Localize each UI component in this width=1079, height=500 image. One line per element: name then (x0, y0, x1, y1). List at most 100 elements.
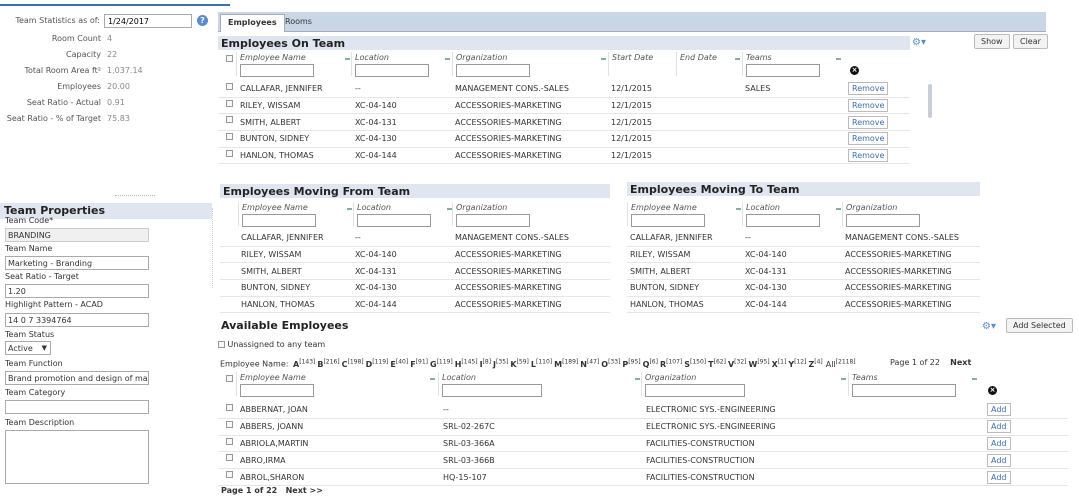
table-row[interactable]: SMITH, ALBERT XC-04-131 ACCESSORIES-MARKET… (627, 263, 980, 281)
clear-button[interactable]: Clear (1013, 34, 1048, 49)
table-row[interactable]: HANLON, THOMAS XC-04-144 ACCESSORIES-MARKE… (218, 148, 910, 165)
team-category-field[interactable] (5, 400, 149, 414)
column-header[interactable]: Employee Name (242, 203, 308, 212)
column-separator[interactable] (608, 52, 609, 76)
alpha-filter-b[interactable]: B[216] (317, 358, 339, 369)
alpha-filter-h[interactable]: H[145] (455, 358, 478, 369)
alpha-filter-g[interactable]: G[119] (430, 358, 453, 369)
remove-button[interactable]: Remove (848, 132, 889, 146)
column-separator[interactable] (452, 202, 453, 226)
alpha-filter-i[interactable]: I[8] (480, 358, 491, 369)
alpha-filter-y[interactable]: Y[12] (788, 358, 806, 369)
alpha-filter-w[interactable]: W[95] (748, 358, 769, 369)
alpha-filter-v[interactable]: V[32] (728, 358, 747, 369)
table-row[interactable]: ABRO,IRMA SRL-03-366B FACILITIES-CONSTRUCT… (218, 452, 1068, 470)
column-separator[interactable] (842, 202, 843, 226)
column-filter-input[interactable] (240, 384, 314, 397)
column-filter-input[interactable] (357, 214, 431, 227)
alpha-filter-p[interactable]: P[95] (622, 358, 640, 369)
team-name-field[interactable]: Marketing - Branding (5, 256, 149, 270)
table-row[interactable]: BUNTON, SIDNEY XC-04-130 ACCESSORIES-MARKE… (627, 280, 980, 297)
row-checkbox[interactable] (226, 437, 233, 445)
column-separator[interactable] (236, 52, 237, 76)
column-header[interactable]: Teams (852, 373, 878, 382)
column-filter-input[interactable] (442, 384, 542, 397)
sort-handle-icon[interactable] (345, 58, 350, 60)
column-header[interactable]: Start Date (612, 53, 653, 62)
table-row[interactable]: ABROL,SHARON HQ-15-107 FACILITIES-CONSTRUC… (218, 469, 1068, 486)
column-separator[interactable] (236, 372, 237, 396)
column-header[interactable]: Location (355, 53, 389, 62)
add-selected-button[interactable]: Add Selected (1006, 318, 1073, 333)
alpha-filter-c[interactable]: C[198] (342, 358, 364, 369)
alpha-filter-k[interactable]: K[59] (510, 358, 529, 369)
table-row[interactable]: SMITH, ALBERT XC-04-131 ACCESSORIES-MARKET… (218, 114, 910, 132)
column-separator[interactable] (238, 202, 239, 226)
column-filter-input[interactable] (631, 214, 705, 227)
column-separator[interactable] (353, 202, 354, 226)
column-separator[interactable] (452, 52, 453, 76)
alpha-filter-o[interactable]: O[33] (601, 358, 620, 369)
column-filter-input[interactable] (240, 64, 314, 77)
team-function-field[interactable]: Brand promotion and design of marke (5, 371, 149, 385)
column-filter-input[interactable] (846, 214, 920, 227)
row-checkbox[interactable] (226, 404, 233, 411)
unassigned-filter[interactable]: Unassigned to any team (218, 340, 325, 349)
column-header[interactable]: Organization (456, 203, 507, 212)
table-row[interactable]: CALLAFAR, JENNIFER -- MANAGEMENT CONS.-SAL… (627, 230, 980, 247)
column-filter-input[interactable] (355, 64, 429, 77)
table-row[interactable]: ABBERNAT, JOAN -- ELECTRONIC SYS.-ENGINEER… (218, 402, 1068, 419)
row-checkbox[interactable] (226, 420, 233, 428)
table-row[interactable]: SMITH, ALBERT XC-04-131 ACCESSORIES-MARKET… (220, 263, 610, 281)
alpha-filter-d[interactable]: D[119] (366, 358, 389, 369)
table-row[interactable]: CALLAFAR, JENNIFER -- MANAGEMENT CONS.-SAL… (218, 81, 910, 98)
column-separator[interactable] (438, 372, 439, 396)
add-button[interactable]: Add (987, 453, 1011, 467)
table-row[interactable]: RILEY, WISSAM XC-04-140 ACCESSORIES-MARKET… (218, 98, 910, 115)
row-checkbox[interactable] (226, 116, 233, 124)
column-header[interactable]: Location (357, 203, 391, 212)
column-filter-input[interactable] (746, 64, 820, 77)
alpha-filter-all[interactable]: All[2118] (826, 358, 856, 369)
select-all-checkbox[interactable] (226, 55, 233, 62)
row-checkbox[interactable] (226, 83, 233, 90)
add-button[interactable]: Add (987, 403, 1011, 417)
table-row[interactable]: RILEY, WISSAM XC-04-140 ACCESSORIES-MARKET… (627, 247, 980, 264)
alpha-filter-s[interactable]: S[150] (684, 358, 706, 369)
tab-rooms[interactable]: Rooms (278, 14, 319, 32)
alpha-filter-q[interactable]: Q[6] (643, 358, 658, 369)
available-gear-icon[interactable]: ⚙▾ (982, 321, 996, 332)
column-separator[interactable] (627, 202, 628, 226)
sort-handle-icon[interactable] (836, 58, 841, 60)
column-separator[interactable] (848, 372, 849, 396)
remove-button[interactable]: Remove (848, 149, 889, 163)
sort-handle-icon[interactable] (445, 58, 450, 60)
alpha-filter-n[interactable]: N[47] (580, 358, 599, 369)
column-filter-input[interactable] (456, 214, 530, 227)
column-separator[interactable] (641, 372, 642, 396)
sort-handle-icon[interactable] (430, 378, 435, 380)
next-link[interactable]: Next (950, 358, 971, 367)
row-checkbox[interactable] (226, 471, 233, 479)
help-icon[interactable]: ? (197, 15, 208, 26)
panel-splitter[interactable] (115, 195, 155, 197)
alpha-filter-t[interactable]: T[62] (708, 358, 726, 369)
column-header[interactable]: Organization (645, 373, 696, 382)
clear-filters-icon[interactable]: × (850, 66, 859, 75)
remove-button[interactable]: Remove (848, 99, 889, 113)
show-button[interactable]: Show (974, 34, 1010, 49)
remove-button[interactable]: Remove (848, 82, 889, 96)
vertical-splitter[interactable] (212, 208, 216, 288)
row-checkbox[interactable] (226, 99, 233, 107)
alpha-filter-r[interactable]: R[107] (660, 358, 682, 369)
select-all-checkbox[interactable] (226, 375, 233, 382)
table-row[interactable]: BUNTON, SIDNEY XC-04-130 ACCESSORIES-MARKE… (218, 131, 910, 148)
highlight-pattern-field[interactable]: 14 0 7 3394764 (5, 313, 149, 327)
column-filter-input[interactable] (242, 214, 316, 227)
sort-handle-icon[interactable] (635, 378, 640, 380)
sort-handle-icon[interactable] (836, 208, 841, 210)
alpha-filter-x[interactable]: X[1] (772, 358, 787, 369)
sort-handle-icon[interactable] (841, 378, 846, 380)
table-row[interactable]: BUNTON, SIDNEY XC-04-130 ACCESSORIES-MARKE… (220, 280, 610, 297)
column-filter-input[interactable] (645, 384, 745, 397)
